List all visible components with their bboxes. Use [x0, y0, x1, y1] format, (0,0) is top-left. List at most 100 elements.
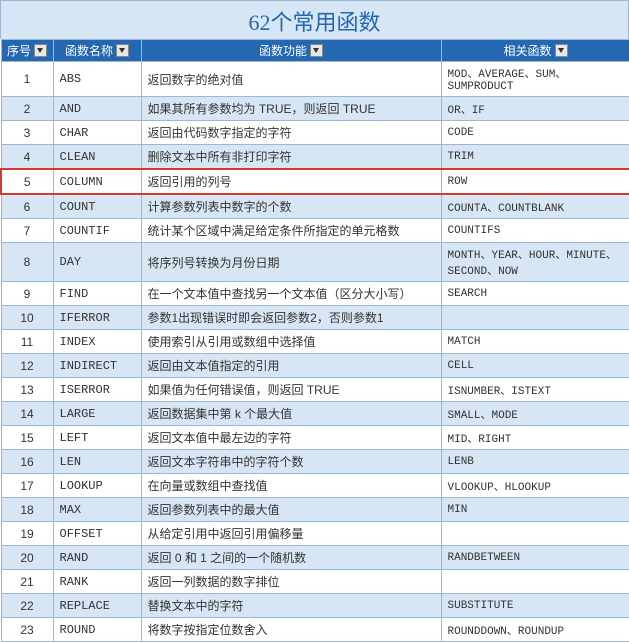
cell-seq: 22: [1, 594, 53, 618]
cell-name: DAY: [53, 243, 141, 282]
cell-name: LOOKUP: [53, 474, 141, 498]
table-row: 7COUNTIF统计某个区域中满足给定条件所指定的单元格数COUNTIFS: [1, 219, 629, 243]
cell-rel: COUNTA、COUNTBLANK: [441, 194, 629, 219]
cell-func: 统计某个区域中满足给定条件所指定的单元格数: [141, 219, 441, 243]
cell-seq: 13: [1, 378, 53, 402]
cell-name: ROUND: [53, 618, 141, 642]
cell-name: REPLACE: [53, 594, 141, 618]
cell-rel: SEARCH: [441, 282, 629, 306]
cell-func: 返回引用的列号: [141, 169, 441, 194]
cell-seq: 5: [1, 169, 53, 194]
cell-rel: [441, 306, 629, 330]
cell-name: OFFSET: [53, 522, 141, 546]
filter-dropdown-icon[interactable]: [555, 44, 568, 57]
cell-name: COLUMN: [53, 169, 141, 194]
cell-func: 返回数字的绝对值: [141, 62, 441, 97]
cell-func: 返回参数列表中的最大值: [141, 498, 441, 522]
cell-rel: ROW: [441, 169, 629, 194]
cell-rel: [441, 570, 629, 594]
cell-name: FIND: [53, 282, 141, 306]
table-row: 3CHAR返回由代码数字指定的字符CODE: [1, 121, 629, 145]
cell-seq: 10: [1, 306, 53, 330]
cell-func: 如果值为任何错误值，则返回 TRUE: [141, 378, 441, 402]
cell-name: CLEAN: [53, 145, 141, 170]
cell-seq: 3: [1, 121, 53, 145]
cell-seq: 23: [1, 618, 53, 642]
cell-func: 返回文本值中最左边的字符: [141, 426, 441, 450]
cell-func: 返回一列数据的数字排位: [141, 570, 441, 594]
cell-rel: RANDBETWEEN: [441, 546, 629, 570]
cell-rel: MOD、AVERAGE、SUM、SUMPRODUCT: [441, 62, 629, 97]
cell-name: COUNTIF: [53, 219, 141, 243]
table-row: 16LEN返回文本字符串中的字符个数LENB: [1, 450, 629, 474]
cell-func: 返回数据集中第 k 个最大值: [141, 402, 441, 426]
header-func[interactable]: 函数功能: [141, 40, 441, 62]
cell-func: 删除文本中所有非打印字符: [141, 145, 441, 170]
cell-name: INDEX: [53, 330, 141, 354]
function-table: 序号 函数名称 函数功能 相关函数 1ABS返回数字的绝对值MOD、AVERAG…: [0, 39, 629, 642]
cell-rel: COUNTIFS: [441, 219, 629, 243]
cell-rel: ISNUMBER、ISTEXT: [441, 378, 629, 402]
cell-rel: SMALL、MODE: [441, 402, 629, 426]
cell-name: IFERROR: [53, 306, 141, 330]
cell-seq: 9: [1, 282, 53, 306]
filter-dropdown-icon[interactable]: [116, 44, 129, 57]
cell-name: LEN: [53, 450, 141, 474]
cell-name: RAND: [53, 546, 141, 570]
cell-rel: OR、IF: [441, 97, 629, 121]
cell-name: AND: [53, 97, 141, 121]
table-row: 1ABS返回数字的绝对值MOD、AVERAGE、SUM、SUMPRODUCT: [1, 62, 629, 97]
table-row: 2AND如果其所有参数均为 TRUE，则返回 TRUEOR、IF: [1, 97, 629, 121]
table-row: 14LARGE返回数据集中第 k 个最大值SMALL、MODE: [1, 402, 629, 426]
cell-rel: TRIM: [441, 145, 629, 170]
cell-func: 返回由代码数字指定的字符: [141, 121, 441, 145]
table-row: 10IFERROR参数1出现错误时即会返回参数2，否则参数1: [1, 306, 629, 330]
header-name[interactable]: 函数名称: [53, 40, 141, 62]
cell-rel: [441, 522, 629, 546]
cell-seq: 11: [1, 330, 53, 354]
cell-func: 返回文本字符串中的字符个数: [141, 450, 441, 474]
table-row: 18MAX返回参数列表中的最大值MIN: [1, 498, 629, 522]
cell-func: 如果其所有参数均为 TRUE，则返回 TRUE: [141, 97, 441, 121]
filter-dropdown-icon[interactable]: [310, 44, 323, 57]
table-row: 5COLUMN返回引用的列号ROW: [1, 169, 629, 194]
cell-name: RANK: [53, 570, 141, 594]
cell-func: 返回由文本值指定的引用: [141, 354, 441, 378]
cell-seq: 8: [1, 243, 53, 282]
cell-seq: 12: [1, 354, 53, 378]
cell-func: 在一个文本值中查找另一个文本值（区分大小写）: [141, 282, 441, 306]
table-row: 12INDIRECT返回由文本值指定的引用CELL: [1, 354, 629, 378]
cell-rel: MATCH: [441, 330, 629, 354]
table-row: 23ROUND将数字按指定位数舍入ROUNDDOWN、ROUNDUP: [1, 618, 629, 642]
cell-func: 将序列号转换为月份日期: [141, 243, 441, 282]
cell-seq: 17: [1, 474, 53, 498]
cell-rel: SUBSTITUTE: [441, 594, 629, 618]
cell-name: LEFT: [53, 426, 141, 450]
table-row: 15LEFT返回文本值中最左边的字符MID、RIGHT: [1, 426, 629, 450]
header-rel[interactable]: 相关函数: [441, 40, 629, 62]
table-row: 22REPLACE替换文本中的字符SUBSTITUTE: [1, 594, 629, 618]
cell-func: 将数字按指定位数舍入: [141, 618, 441, 642]
cell-seq: 4: [1, 145, 53, 170]
cell-func: 从给定引用中返回引用偏移量: [141, 522, 441, 546]
table-row: 20RAND返回 0 和 1 之间的一个随机数RANDBETWEEN: [1, 546, 629, 570]
cell-rel: LENB: [441, 450, 629, 474]
filter-dropdown-icon[interactable]: [34, 44, 47, 57]
cell-seq: 19: [1, 522, 53, 546]
cell-rel: MONTH、YEAR、HOUR、MINUTE、SECOND、NOW: [441, 243, 629, 282]
cell-rel: MID、RIGHT: [441, 426, 629, 450]
table-row: 6COUNT计算参数列表中数字的个数COUNTA、COUNTBLANK: [1, 194, 629, 219]
cell-func: 计算参数列表中数字的个数: [141, 194, 441, 219]
cell-seq: 20: [1, 546, 53, 570]
cell-seq: 18: [1, 498, 53, 522]
table-row: 8DAY将序列号转换为月份日期MONTH、YEAR、HOUR、MINUTE、SE…: [1, 243, 629, 282]
page-title: 62个常用函数: [0, 0, 629, 39]
header-seq[interactable]: 序号: [1, 40, 53, 62]
cell-func: 在向量或数组中查找值: [141, 474, 441, 498]
table-row: 11INDEX使用索引从引用或数组中选择值MATCH: [1, 330, 629, 354]
cell-func: 参数1出现错误时即会返回参数2，否则参数1: [141, 306, 441, 330]
table-header-row: 序号 函数名称 函数功能 相关函数: [1, 40, 629, 62]
cell-seq: 21: [1, 570, 53, 594]
table-row: 4CLEAN删除文本中所有非打印字符TRIM: [1, 145, 629, 170]
cell-seq: 6: [1, 194, 53, 219]
